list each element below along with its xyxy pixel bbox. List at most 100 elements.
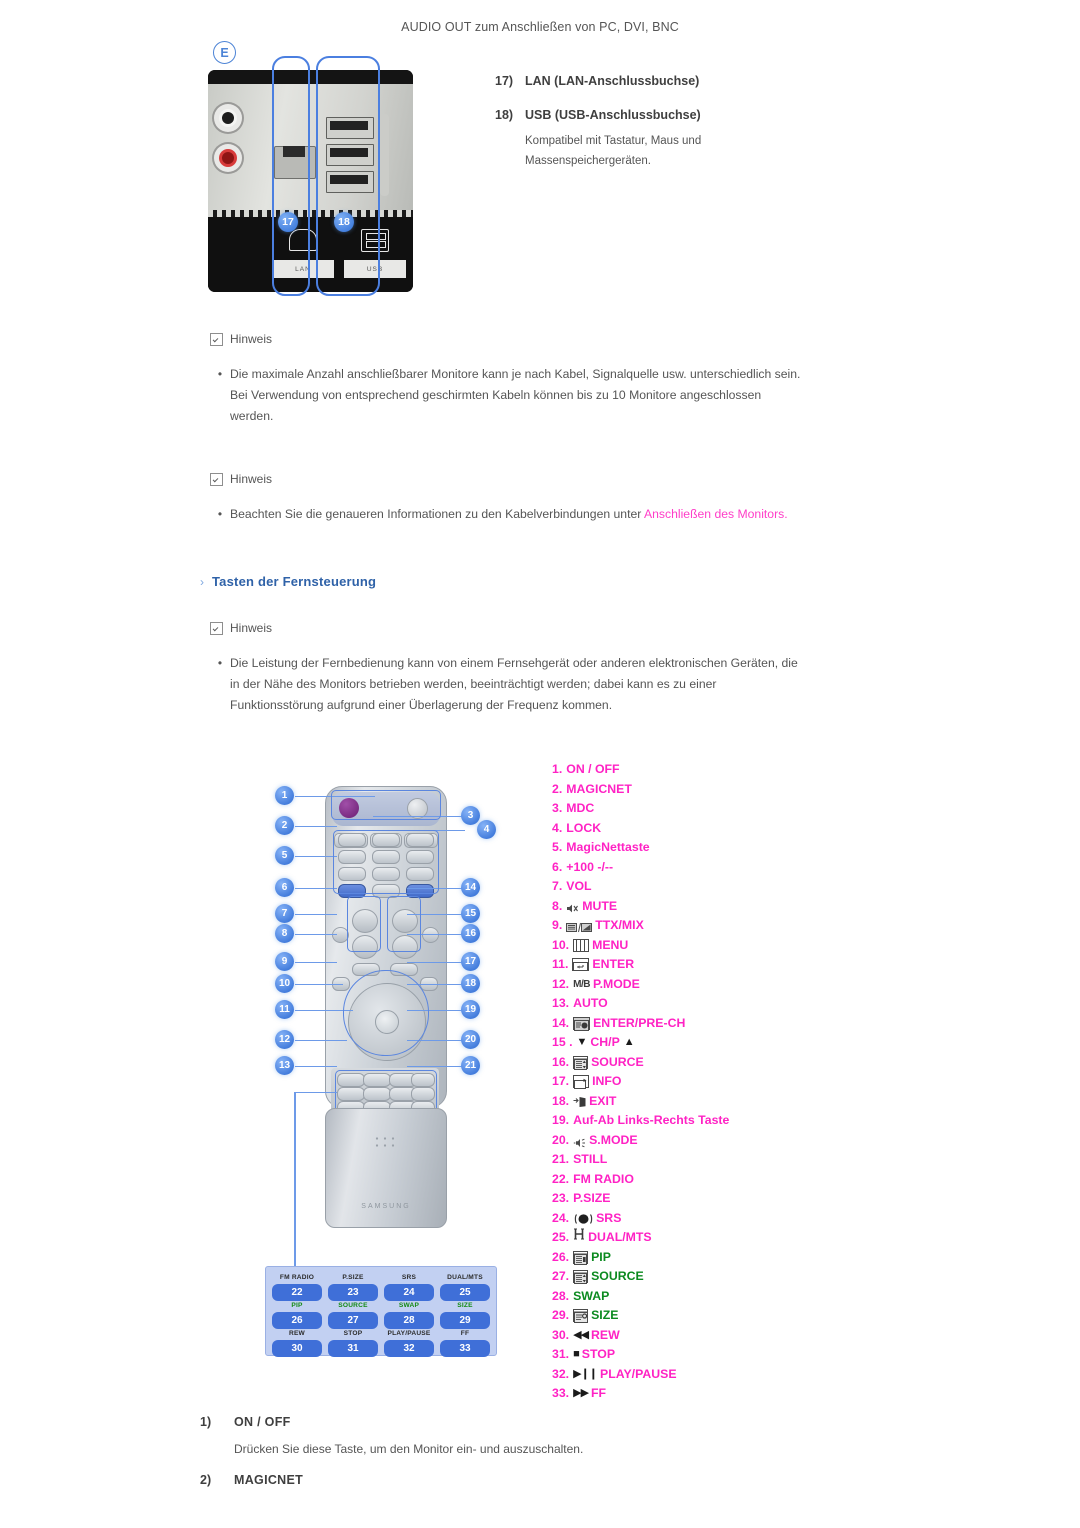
section-heading-text: Tasten der Fernsteuerung bbox=[212, 574, 377, 589]
remote-list-item-28: 28. SWAP bbox=[552, 1287, 882, 1307]
stop-icon: ■ bbox=[573, 1348, 580, 1360]
checkbox-icon bbox=[210, 332, 223, 346]
remote-list-item-label: ENTER/PRE-CH bbox=[593, 1015, 686, 1030]
legend-caption-22: FM RADIO bbox=[279, 1274, 315, 1281]
remote-list-item-icon bbox=[566, 901, 582, 913]
remote-list-item-number: 16. bbox=[552, 1054, 570, 1069]
legend-cell-24: SRS 24 bbox=[384, 1273, 434, 1301]
legend-number-22: 22 bbox=[272, 1284, 322, 1301]
connector-item-18: 18) USB (USB-Anschlussbuchse) bbox=[495, 108, 875, 122]
page-header-caption: AUDIO OUT zum Anschließen von PC, DVI, B… bbox=[401, 20, 679, 34]
srs-icon bbox=[573, 1212, 593, 1225]
remote-list-item-icon bbox=[572, 958, 592, 972]
source-icon bbox=[573, 1270, 589, 1285]
remote-list-item-number: 15 . bbox=[552, 1035, 573, 1049]
remote-list-item-icon bbox=[573, 1228, 588, 1248]
legend-cell-33: FF 33 bbox=[440, 1329, 490, 1357]
remote-callout-4: 4 bbox=[477, 820, 496, 839]
remote-list-item-label: CH/P bbox=[590, 1035, 620, 1049]
callout-badge-18: 18 bbox=[334, 212, 354, 232]
size-icon bbox=[573, 1309, 589, 1324]
remote-callout-21: 21 bbox=[461, 1056, 480, 1075]
enter-icon bbox=[572, 958, 590, 972]
legend-number-28: 28 bbox=[384, 1312, 434, 1329]
remote-list-item-icon: ▶❙❙ bbox=[573, 1365, 600, 1385]
remote-list-item-number: 20. bbox=[552, 1132, 570, 1147]
remote-callout-15: 15 bbox=[461, 904, 480, 923]
remote-list-item-number: 6. bbox=[552, 859, 563, 874]
anschliessen-des-monitors-link[interactable]: Anschließen des Monitors. bbox=[644, 507, 788, 521]
remote-list-item-12: 12. M/B P.MODE bbox=[552, 975, 882, 995]
legend-cell-26: PIP 26 bbox=[272, 1301, 322, 1329]
remote-callout-10: 10 bbox=[275, 974, 294, 993]
legend-number-27: 27 bbox=[328, 1312, 378, 1329]
remote-callout-9: 9 bbox=[275, 952, 294, 971]
connector-item-list: 17) LAN (LAN-Anschlussbuchse) 18) USB (U… bbox=[495, 74, 875, 171]
remote-list-item-23: 23. P.SIZE bbox=[552, 1189, 882, 1209]
remote-list-item-icon bbox=[573, 1309, 591, 1324]
remote-list-item-number: 33. bbox=[552, 1386, 570, 1400]
source-icon bbox=[573, 1055, 589, 1070]
remote-list-item-6: 6. +100 -/-- bbox=[552, 858, 882, 878]
remote-list-item-number: 26. bbox=[552, 1249, 570, 1264]
legend-cell-31: STOP 31 bbox=[328, 1329, 378, 1357]
remote-list-item-number: 21. bbox=[552, 1152, 570, 1166]
remote-list-item-label: AUTO bbox=[573, 996, 608, 1010]
legend-caption-33: FF bbox=[460, 1330, 470, 1337]
note-3-bullet-text: Die Leistung der Fernbedienung kann von … bbox=[230, 656, 798, 712]
panel-side-connector bbox=[380, 114, 389, 196]
remote-list-item-15: 15 . ▼ CH/P ▲ bbox=[552, 1033, 882, 1053]
remote-list-item-17: 17. INFO bbox=[552, 1072, 882, 1092]
remote-control-figure: SAMSUNG 1 2 5 6 7 8 9 10 11 12 13 3 4 14… bbox=[255, 778, 515, 1358]
remote-callout-19: 19 bbox=[461, 1000, 480, 1019]
bottom-item-1-number: 1) bbox=[200, 1415, 212, 1429]
legend-number-26: 26 bbox=[272, 1312, 322, 1329]
note-3-header: Hinweis bbox=[210, 621, 272, 635]
remote-callout-18: 18 bbox=[461, 974, 480, 993]
chevron-down-icon: ▼ bbox=[576, 1036, 588, 1048]
highlight-box-18 bbox=[316, 56, 380, 296]
remote-list-item-icon bbox=[573, 1055, 591, 1070]
remote-list-item-number: 14. bbox=[552, 1015, 570, 1030]
bottom-item-2-label: MAGICNET bbox=[234, 1473, 304, 1487]
remote-list-item-number: 19. bbox=[552, 1113, 570, 1127]
remote-list-item-number: 17. bbox=[552, 1074, 570, 1088]
rca-jack-red bbox=[214, 144, 242, 172]
remote-list-item-31: 31. ■ STOP bbox=[552, 1345, 882, 1365]
remote-list-item-number: 18. bbox=[552, 1093, 570, 1108]
remote-list-item-icon bbox=[573, 1250, 591, 1265]
remote-list-item-icon: ▼ bbox=[577, 1033, 591, 1053]
remote-list-item-label: P.SIZE bbox=[573, 1191, 611, 1205]
connector-item-17: 17) LAN (LAN-Anschlussbuchse) bbox=[495, 74, 875, 88]
legend-caption-26: PIP bbox=[291, 1302, 303, 1309]
remote-list-item-icon bbox=[566, 920, 595, 933]
remote-list-item-label: P.MODE bbox=[592, 976, 640, 991]
remote-list-item-22: 22. FM RADIO bbox=[552, 1170, 882, 1190]
samsung-brand-text: SAMSUNG bbox=[361, 1203, 411, 1210]
p-mode-mb-icon: M/B bbox=[573, 978, 590, 990]
remote-list-item-number: 9. bbox=[552, 918, 563, 932]
remote-list-item-icon bbox=[573, 1075, 592, 1090]
remote-list-item-number: 7. bbox=[552, 879, 563, 893]
remote-list-item-label: VOL bbox=[566, 879, 592, 893]
remote-list-item-18: 18. EXIT bbox=[552, 1092, 882, 1112]
checkbox-icon bbox=[210, 472, 223, 486]
rca-jack-white bbox=[214, 104, 242, 132]
connector-photo-figure: E LAN USB 17 18 bbox=[208, 41, 413, 296]
legend-cell-22: FM RADIO 22 bbox=[272, 1273, 322, 1301]
remote-list-item-icon: ▶▶ bbox=[573, 1384, 591, 1404]
remote-button-list: 1. ON / OFF 2. MAGICNET 3. MDC 4. LOCK 5. MagicNe… bbox=[552, 760, 882, 1404]
remote-list-item-label: FF bbox=[591, 1386, 607, 1400]
remote-list-item-number: 2. bbox=[552, 781, 563, 796]
remote-list-item-icon bbox=[573, 1016, 593, 1031]
leader-line-vertical bbox=[294, 1092, 296, 1268]
ttx-mix-icon bbox=[566, 920, 593, 933]
remote-list-item-21: 21. STILL bbox=[552, 1150, 882, 1170]
legend-caption-31: STOP bbox=[343, 1330, 363, 1337]
remote-list-item-label: MENU bbox=[592, 937, 629, 952]
remote-list-item-number: 29. bbox=[552, 1308, 570, 1322]
menu-icon bbox=[573, 938, 590, 952]
remote-list-item-number: 28. bbox=[552, 1288, 570, 1303]
chevron-right-icon: › bbox=[200, 574, 204, 589]
bullet-dot-icon: • bbox=[217, 367, 223, 381]
